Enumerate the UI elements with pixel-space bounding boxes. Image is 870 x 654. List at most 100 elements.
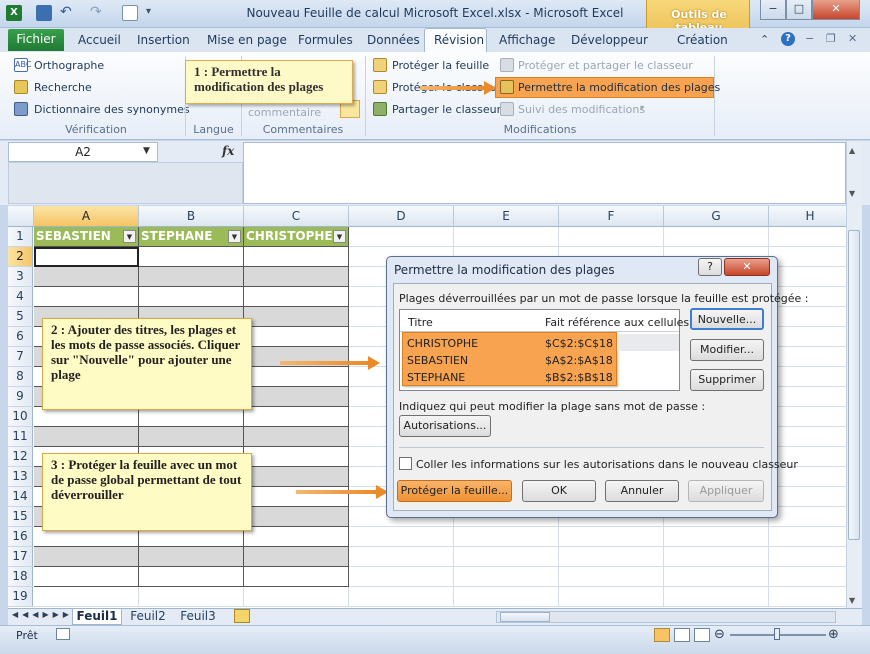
cell[interactable] bbox=[34, 267, 139, 287]
row-header[interactable]: 12 bbox=[8, 447, 33, 467]
tab-creation[interactable]: Création bbox=[677, 33, 728, 47]
cell[interactable] bbox=[139, 427, 244, 447]
cell[interactable] bbox=[664, 547, 769, 567]
modifier-button[interactable]: Modifier... bbox=[690, 339, 764, 361]
cell[interactable] bbox=[769, 407, 846, 427]
ok-button[interactable]: OK bbox=[522, 480, 596, 502]
suivi-modifications-button[interactable]: Suivi des modifications bbox=[518, 103, 645, 116]
normal-view-icon[interactable] bbox=[654, 628, 670, 642]
cell[interactable] bbox=[454, 567, 559, 587]
sheet-tab-feuil1[interactable]: Feuil1 bbox=[72, 609, 122, 625]
row-header[interactable]: 4 bbox=[8, 287, 33, 307]
dictionnaire-button[interactable]: Dictionnaire des synonymes bbox=[34, 103, 190, 116]
proteger-partager-button[interactable]: Protéger et partager le classeur bbox=[518, 59, 693, 72]
supprimer-button[interactable]: Supprimer bbox=[690, 369, 764, 391]
cell[interactable] bbox=[244, 387, 349, 407]
column-header[interactable]: F bbox=[559, 206, 664, 227]
cell[interactable] bbox=[769, 227, 846, 247]
cell[interactable] bbox=[769, 567, 846, 587]
cell[interactable] bbox=[244, 407, 349, 427]
row-header[interactable]: 5 bbox=[8, 307, 33, 327]
formula-input[interactable] bbox=[243, 142, 846, 204]
cell[interactable] bbox=[244, 327, 349, 347]
range-title-3[interactable]: STEPHANE bbox=[407, 371, 465, 384]
doc-close-icon[interactable]: ✕ bbox=[848, 32, 857, 45]
cell[interactable] bbox=[139, 267, 244, 287]
autorisations-button[interactable]: Autorisations... bbox=[399, 415, 491, 437]
filter-dropdown-icon[interactable]: ▼ bbox=[333, 230, 346, 243]
close-button[interactable]: ✕ bbox=[812, 0, 860, 20]
table-header-cell[interactable]: CHRISTOPHE ▼ bbox=[244, 227, 349, 247]
hscroll-thumb[interactable] bbox=[500, 612, 550, 622]
range-ref-2[interactable]: $A$2:$A$18 bbox=[545, 354, 613, 367]
row-header[interactable]: 6 bbox=[8, 327, 33, 347]
name-box-dropdown-icon[interactable]: ▼ bbox=[143, 146, 150, 156]
range-ref-3[interactable]: $B$2:$B$18 bbox=[545, 371, 613, 384]
doc-restore-icon[interactable]: ❐ bbox=[826, 32, 836, 45]
cell[interactable] bbox=[244, 247, 349, 267]
cell[interactable] bbox=[244, 587, 349, 607]
cell[interactable] bbox=[559, 567, 664, 587]
zoom-out-icon[interactable]: ⊖ bbox=[714, 627, 725, 642]
cell[interactable] bbox=[244, 447, 349, 467]
cell[interactable] bbox=[139, 247, 244, 267]
column-header[interactable]: B bbox=[139, 206, 244, 227]
row-header[interactable]: 10 bbox=[8, 407, 33, 427]
doc-minimize-icon[interactable]: − bbox=[805, 32, 814, 45]
macro-record-icon[interactable] bbox=[56, 628, 70, 640]
cell[interactable] bbox=[454, 227, 559, 247]
appliquer-button[interactable]: Appliquer bbox=[688, 480, 764, 502]
suivi-dropdown-icon[interactable]: ▾ bbox=[640, 103, 644, 112]
cell[interactable] bbox=[769, 307, 846, 327]
sheet-tab-feuil2[interactable]: Feuil2 bbox=[124, 609, 172, 625]
cell[interactable] bbox=[559, 227, 664, 247]
cell[interactable] bbox=[139, 567, 244, 587]
row-header[interactable]: 2 bbox=[8, 247, 33, 267]
row-header[interactable]: 9 bbox=[8, 387, 33, 407]
row-header[interactable]: 1 bbox=[8, 227, 33, 247]
cell[interactable] bbox=[139, 287, 244, 307]
sheet-tab-feuil3[interactable]: Feuil3 bbox=[174, 609, 222, 625]
cell[interactable] bbox=[349, 547, 454, 567]
cell[interactable] bbox=[244, 367, 349, 387]
tab-insertion[interactable]: Insertion bbox=[137, 33, 190, 47]
paste-permissions-checkbox[interactable] bbox=[399, 457, 412, 470]
cell[interactable] bbox=[559, 547, 664, 567]
cell[interactable] bbox=[769, 547, 846, 567]
cell[interactable] bbox=[349, 567, 454, 587]
orthographe-button[interactable]: Orthographe bbox=[34, 59, 104, 72]
maximize-button[interactable]: □ bbox=[786, 0, 812, 20]
cell[interactable] bbox=[769, 347, 846, 367]
cell[interactable] bbox=[769, 427, 846, 447]
cell[interactable] bbox=[349, 227, 454, 247]
zoom-slider-thumb[interactable] bbox=[774, 628, 780, 640]
tab-mise-en-page[interactable]: Mise en page bbox=[207, 33, 287, 47]
column-header[interactable]: H bbox=[769, 206, 846, 227]
row-header[interactable]: 18 bbox=[8, 567, 33, 587]
row-header[interactable]: 14 bbox=[8, 487, 33, 507]
cell[interactable] bbox=[34, 547, 139, 567]
ribbon-collapse-icon[interactable]: ⌃ bbox=[760, 33, 769, 46]
row-header[interactable]: 15 bbox=[8, 507, 33, 527]
name-box[interactable]: A2 bbox=[8, 142, 158, 162]
scroll-down-icon[interactable]: ▼ bbox=[849, 596, 855, 605]
dialog-close-button[interactable]: ✕ bbox=[724, 258, 770, 276]
cell[interactable] bbox=[34, 287, 139, 307]
cell[interactable] bbox=[664, 567, 769, 587]
cell[interactable] bbox=[769, 487, 846, 507]
range-title-2[interactable]: SEBASTIEN bbox=[407, 354, 468, 367]
recherche-button[interactable]: Recherche bbox=[34, 81, 92, 94]
partager-classeur-button[interactable]: Partager le classeur bbox=[392, 103, 501, 116]
active-cell[interactable] bbox=[34, 247, 139, 267]
proteger-feuille-dialog-button[interactable]: Protéger la feuille... bbox=[397, 480, 512, 502]
cell[interactable] bbox=[664, 587, 769, 607]
cell[interactable] bbox=[769, 527, 846, 547]
column-header[interactable]: A bbox=[34, 206, 139, 227]
cell[interactable] bbox=[454, 547, 559, 567]
cell[interactable] bbox=[244, 267, 349, 287]
cell[interactable] bbox=[559, 527, 664, 547]
cell[interactable] bbox=[244, 507, 349, 527]
cell[interactable] bbox=[769, 247, 846, 267]
cell[interactable] bbox=[139, 407, 244, 427]
column-header[interactable]: C bbox=[244, 206, 349, 227]
